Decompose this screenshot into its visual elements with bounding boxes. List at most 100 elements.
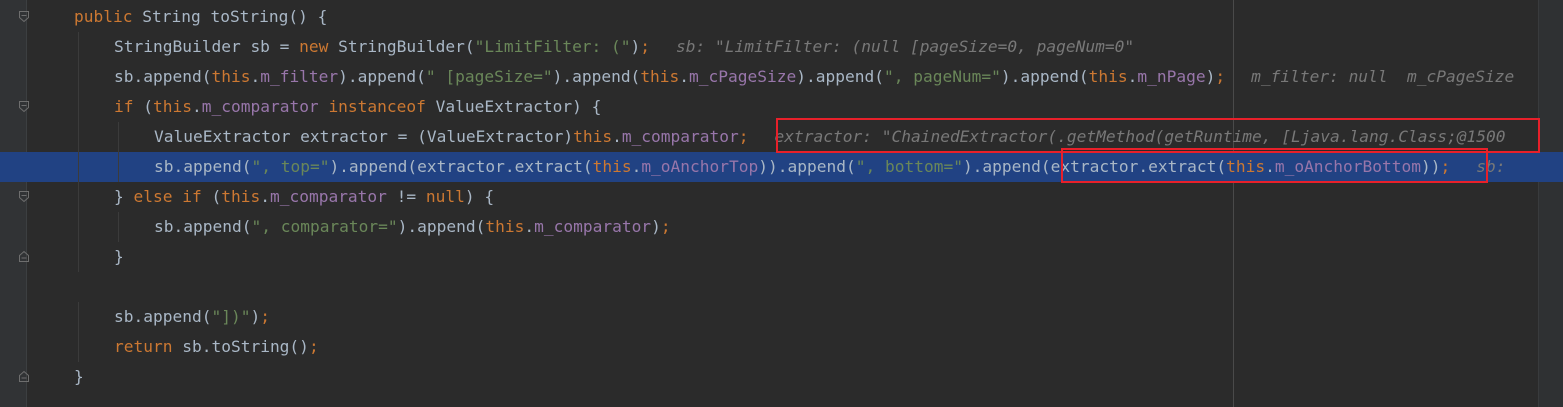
code-text: sb.append(", comparator=").append(this.m… xyxy=(154,212,671,242)
code-line[interactable]: sb.append("])"); xyxy=(0,302,1563,332)
indent-guide xyxy=(78,212,79,242)
fold-start-icon[interactable] xyxy=(18,10,30,23)
code-string: ", comparator=" xyxy=(251,217,398,236)
code-field: m_cPageSize xyxy=(689,67,797,86)
code-token: ).append(extractor.extract( xyxy=(329,157,593,176)
indent-guide xyxy=(118,122,119,152)
code-token: } xyxy=(114,247,124,266)
code-token: sb.append( xyxy=(154,157,252,176)
code-token: ( xyxy=(133,97,153,116)
indent-guide xyxy=(78,182,79,212)
code-token: . xyxy=(524,217,535,236)
code-text: } xyxy=(114,242,124,272)
code-keyword: if xyxy=(114,97,134,116)
code-keyword: this xyxy=(485,217,525,236)
code-text: } xyxy=(74,362,84,392)
code-keyword: public xyxy=(74,7,133,26)
code-token: sb.append( xyxy=(114,67,212,86)
code-keyword: this xyxy=(221,187,261,206)
code-token: ) { xyxy=(464,187,495,206)
code-token: ).append( xyxy=(962,157,1051,176)
code-token: . xyxy=(1127,67,1138,86)
debug-inline-value[interactable]: m_filter: null m_cPageSize xyxy=(1251,67,1514,86)
fold-start-icon[interactable] xyxy=(18,100,30,113)
code-token: ) xyxy=(250,307,261,326)
code-field: m_comparator xyxy=(269,187,387,206)
code-text: } else if (this.m_comparator != null) { xyxy=(114,182,494,212)
code-token: . xyxy=(612,127,622,146)
debug-inline-value[interactable]: sb: "LimitFilter: (null [pageSize=0, pag… xyxy=(676,37,1134,56)
code-keyword: ; xyxy=(640,37,651,56)
code-token: ).append( xyxy=(338,67,426,86)
code-editor[interactable]: public String toString() {StringBuilder … xyxy=(0,0,1563,407)
code-line[interactable]: public String toString() { xyxy=(0,2,1563,32)
code-line[interactable]: StringBuilder sb = new StringBuilder("Li… xyxy=(0,32,1563,62)
code-text: sb.append("])"); xyxy=(114,302,270,332)
code-keyword: ; xyxy=(308,337,319,356)
code-keyword: null xyxy=(425,187,465,206)
fold-end-icon[interactable] xyxy=(18,250,30,263)
indent-guide xyxy=(78,332,79,362)
indent-guide xyxy=(78,92,79,122)
code-keyword: this xyxy=(592,157,632,176)
code-token: != xyxy=(386,187,426,206)
code-line[interactable] xyxy=(0,272,1563,302)
code-text: StringBuilder sb = new StringBuilder("Li… xyxy=(114,32,1134,62)
indent-guide xyxy=(118,212,119,242)
fold-start-icon[interactable] xyxy=(18,190,30,203)
code-keyword: new xyxy=(299,37,329,56)
code-line[interactable]: sb.append(this.m_filter).append(" [pageS… xyxy=(0,62,1563,92)
code-token: . xyxy=(250,67,261,86)
code-token: ).append( xyxy=(397,217,486,236)
code-line[interactable]: return sb.toString(); xyxy=(0,332,1563,362)
code-keyword: ; xyxy=(1215,67,1226,86)
code-field: m_comparator xyxy=(621,127,739,146)
code-token: } xyxy=(74,367,84,386)
code-field: m_filter xyxy=(260,67,339,86)
code-field: m_comparator xyxy=(201,97,319,116)
indent-guide xyxy=(78,62,79,92)
code-line[interactable]: sb.append(", comparator=").append(this.m… xyxy=(0,212,1563,242)
code-token: . xyxy=(260,187,270,206)
code-text: if (this.m_comparator instanceof ValueEx… xyxy=(114,92,601,122)
code-token: StringBuilder( xyxy=(328,37,475,56)
code-keyword: this xyxy=(640,67,680,86)
code-line[interactable]: } xyxy=(0,362,1563,392)
indent-guide xyxy=(118,152,119,182)
code-token: ) xyxy=(1205,67,1216,86)
code-token: ).append( xyxy=(796,67,884,86)
code-token: sb.append( xyxy=(114,307,212,326)
indent-guide xyxy=(78,32,79,62)
code-field: m_oAnchorTop xyxy=(641,157,759,176)
code-token: . xyxy=(631,157,642,176)
code-line[interactable]: } xyxy=(0,242,1563,272)
code-keyword: this xyxy=(573,127,613,146)
code-token: )).append( xyxy=(758,157,856,176)
code-text: public String toString() { xyxy=(74,2,327,32)
code-text: return sb.toString(); xyxy=(114,332,319,362)
indent-guide xyxy=(78,242,79,272)
code-token: . xyxy=(191,97,202,116)
code-token: ValueExtractor) { xyxy=(425,97,602,116)
code-string: "LimitFilter: (" xyxy=(474,37,631,56)
indent-guide xyxy=(78,122,79,152)
code-token: } xyxy=(114,187,134,206)
code-keyword: return xyxy=(114,337,173,356)
code-token: ValueExtractor extractor = (ValueExtract… xyxy=(154,127,574,146)
code-string: "])" xyxy=(211,307,251,326)
code-keyword: this xyxy=(1088,67,1128,86)
code-token: ).append( xyxy=(1000,67,1089,86)
code-token: ( xyxy=(201,187,222,206)
code-string: ", bottom=" xyxy=(855,157,963,176)
fold-end-icon[interactable] xyxy=(18,370,30,383)
code-string: " [pageSize=" xyxy=(425,67,553,86)
code-field: m_comparator xyxy=(534,217,652,236)
code-keyword: this xyxy=(153,97,192,116)
code-token: String toString() { xyxy=(132,7,328,26)
code-keyword: ; xyxy=(738,127,749,146)
code-keyword: ; xyxy=(260,307,270,326)
code-line[interactable]: } else if (this.m_comparator != null) { xyxy=(0,182,1563,212)
annotation-box-extract-bottom-call xyxy=(1061,148,1488,183)
indent-guide xyxy=(78,152,79,182)
